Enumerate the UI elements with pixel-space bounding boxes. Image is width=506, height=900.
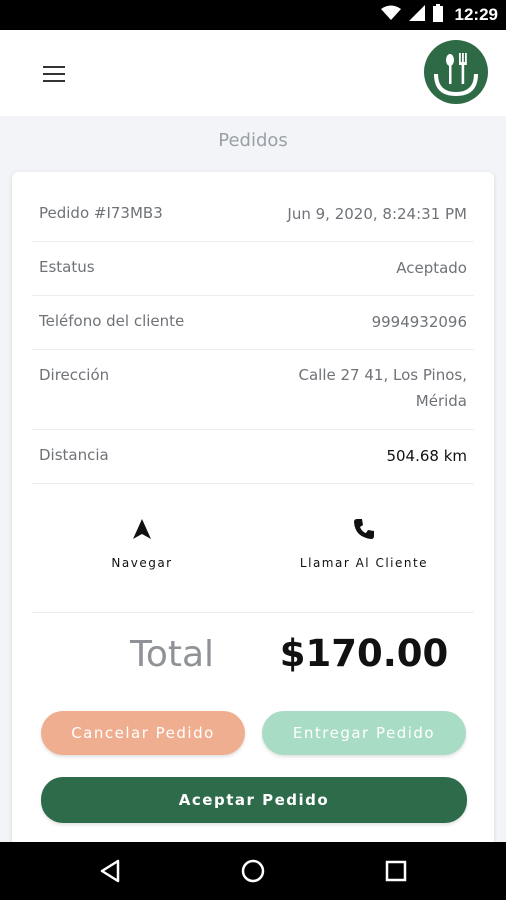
fork-knife-logo-icon — [424, 40, 488, 104]
address-value: Calle 27 41, Los Pinos, Mérida — [299, 362, 467, 414]
address-row: Dirección Calle 27 41, Los Pinos, Mérida — [32, 350, 474, 430]
distance-value: 504.68 km — [386, 447, 467, 465]
distance-label: Distancia — [39, 446, 109, 464]
navigate-label: Navegar — [111, 556, 173, 570]
status-icons: 12:29 — [380, 0, 498, 30]
page-title: Pedidos — [218, 130, 288, 151]
home-icon[interactable] — [238, 856, 268, 886]
call-customer-action[interactable]: Llamar Al Cliente — [254, 518, 474, 570]
phone-value: 9994932096 — [371, 313, 467, 331]
total-label: Total — [129, 634, 215, 675]
order-id-label: Pedido #I73MB3 — [39, 204, 163, 222]
distance-row: Distancia 504.68 km — [32, 430, 474, 484]
cell-signal-icon — [408, 5, 425, 25]
wifi-icon — [380, 5, 401, 25]
phone-label: Teléfono del cliente — [39, 312, 185, 330]
accept-order-button[interactable]: Aceptar Pedido — [41, 777, 467, 823]
deliver-order-button[interactable]: Entregar Pedido — [262, 711, 466, 755]
status-bar: 12:29 — [0, 0, 506, 30]
cancel-order-button[interactable]: Cancelar Pedido — [41, 711, 245, 755]
divider — [32, 612, 474, 613]
order-card: Pedido #I73MB3 Jun 9, 2020, 8:24:31 PM E… — [12, 172, 494, 852]
order-id-row: Pedido #I73MB3 Jun 9, 2020, 8:24:31 PM — [32, 188, 474, 242]
recents-icon[interactable] — [381, 856, 411, 886]
order-date-value: Jun 9, 2020, 8:24:31 PM — [287, 205, 467, 223]
status-label: Estatus — [39, 258, 95, 276]
status-value: Aceptado — [396, 259, 467, 277]
navigate-action[interactable]: Navegar — [32, 518, 252, 570]
battery-icon — [432, 4, 443, 26]
system-nav-bar — [0, 842, 506, 900]
status-time: 12:29 — [454, 5, 498, 24]
navigation-arrow-icon — [131, 519, 153, 544]
status-row: Estatus Aceptado — [32, 242, 474, 296]
phone-row: Teléfono del cliente 9994932096 — [32, 296, 474, 350]
total-value: $170.00 — [279, 632, 449, 675]
address-line-2: Mérida — [415, 392, 467, 410]
address-label: Dirección — [39, 366, 110, 384]
phone-icon — [353, 519, 375, 544]
back-icon[interactable] — [96, 856, 126, 886]
app-bar — [0, 30, 506, 116]
address-line-1: Calle 27 41, Los Pinos, — [298, 366, 467, 384]
hamburger-menu-icon[interactable] — [40, 64, 68, 84]
call-customer-label: Llamar Al Cliente — [299, 556, 429, 570]
